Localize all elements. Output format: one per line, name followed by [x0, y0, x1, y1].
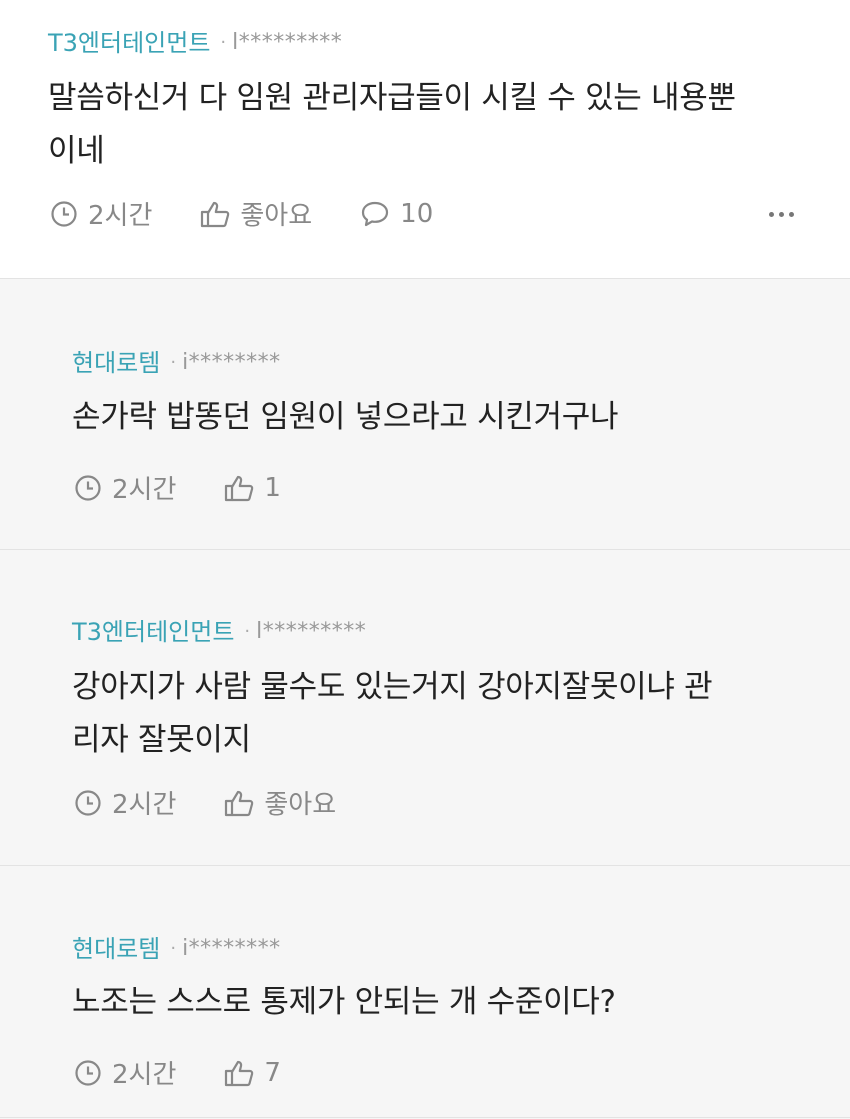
author-id: i********: [182, 936, 281, 961]
company-name[interactable]: T3엔터테인먼트: [72, 617, 234, 647]
speech-bubble-icon: [362, 201, 389, 226]
separator-dot: ·: [244, 621, 251, 642]
comment-meta: 현대로템 · i********: [72, 348, 281, 378]
reply-card: T3엔터테인먼트 · l********* 강아지가 사람 물수도 있는거지 강…: [0, 550, 850, 866]
comment-body-line: 이네: [48, 133, 105, 169]
clock-icon: [75, 1059, 101, 1086]
thumbs-up-icon: [225, 790, 254, 816]
like-button[interactable]: 7: [224, 1058, 281, 1088]
comment-body: 손가락 밥똥던 임원이 넣으라고 시킨거구나: [72, 391, 812, 444]
reply-count: 10: [400, 198, 434, 229]
separator-dot: ·: [170, 352, 177, 373]
comment-card: T3엔터테인먼트 · l********* 말씀하신거 다 임원 관리자급들이 …: [0, 0, 850, 279]
like-label: 좋아요: [264, 790, 337, 820]
reply-card: 현대로템 · i******** 노조는 스스로 통제가 안되는 개 수준이다?…: [0, 866, 850, 1118]
comment-body-line: 강아지가 사람 물수도 있는거지 강아지잘못이냐 관: [72, 669, 713, 705]
like-count: 1: [264, 472, 281, 503]
comment-body-line: 말씀하신거 다 임원 관리자급들이 시킬 수 있는 내용뿐: [48, 80, 736, 116]
comment-actions: 2시간 좋아요 10: [50, 195, 433, 232]
comment-meta: T3엔터테인먼트 · l*********: [48, 28, 342, 58]
clock-icon: [75, 789, 101, 816]
like-count: 7: [264, 1057, 281, 1088]
like-button[interactable]: 좋아요: [224, 784, 336, 821]
comment-actions: 2시간 1: [74, 469, 281, 506]
separator-dot: ·: [170, 938, 177, 959]
comment-body: 강아지가 사람 물수도 있는거지 강아지잘못이냐 관 리자 잘못이지: [72, 661, 812, 767]
comment-meta: T3엔터테인먼트 · l*********: [72, 617, 366, 647]
like-button[interactable]: 좋아요: [200, 195, 312, 232]
comment-actions: 2시간 좋아요: [74, 784, 336, 821]
thumbs-up-icon: [201, 201, 230, 227]
author-id: l*********: [256, 619, 367, 644]
comment-body: 노조는 스스로 통제가 안되는 개 수준이다?: [72, 976, 812, 1029]
author-id: l*********: [232, 30, 343, 55]
comment-body: 말씀하신거 다 임원 관리자급들이 시킬 수 있는 내용뿐 이네: [48, 72, 788, 178]
timestamp: 2시간: [50, 195, 152, 232]
more-options-icon[interactable]: [769, 202, 794, 226]
comment-meta: 현대로템 · i********: [72, 934, 281, 964]
time-text: 2시간: [112, 1060, 177, 1090]
author-id: i********: [182, 350, 281, 375]
separator-dot: ·: [220, 32, 227, 53]
timestamp: 2시간: [74, 1054, 176, 1091]
thumbs-up-icon: [225, 1060, 254, 1086]
reply-card: 현대로템 · i******** 손가락 밥똥던 임원이 넣으라고 시킨거구나 …: [0, 279, 850, 550]
company-name[interactable]: 현대로템: [72, 934, 160, 964]
thumbs-up-icon: [225, 475, 254, 501]
comment-actions: 2시간 7: [74, 1054, 281, 1091]
time-text: 2시간: [112, 790, 177, 820]
clock-icon: [51, 200, 77, 227]
timestamp: 2시간: [74, 784, 176, 821]
comment-body-line: 리자 잘못이지: [72, 722, 251, 758]
time-text: 2시간: [88, 201, 153, 231]
company-name[interactable]: 현대로템: [72, 348, 160, 378]
comment-body-line: 노조는 스스로 통제가 안되는 개 수준이다?: [72, 984, 616, 1020]
time-text: 2시간: [112, 475, 177, 505]
timestamp: 2시간: [74, 469, 176, 506]
clock-icon: [75, 474, 101, 501]
comment-body-line: 손가락 밥똥던 임원이 넣으라고 시킨거구나: [72, 399, 619, 435]
like-label: 좋아요: [240, 201, 313, 231]
reply-button[interactable]: 10: [360, 199, 433, 229]
like-button[interactable]: 1: [224, 473, 281, 503]
company-name[interactable]: T3엔터테인먼트: [48, 28, 210, 58]
